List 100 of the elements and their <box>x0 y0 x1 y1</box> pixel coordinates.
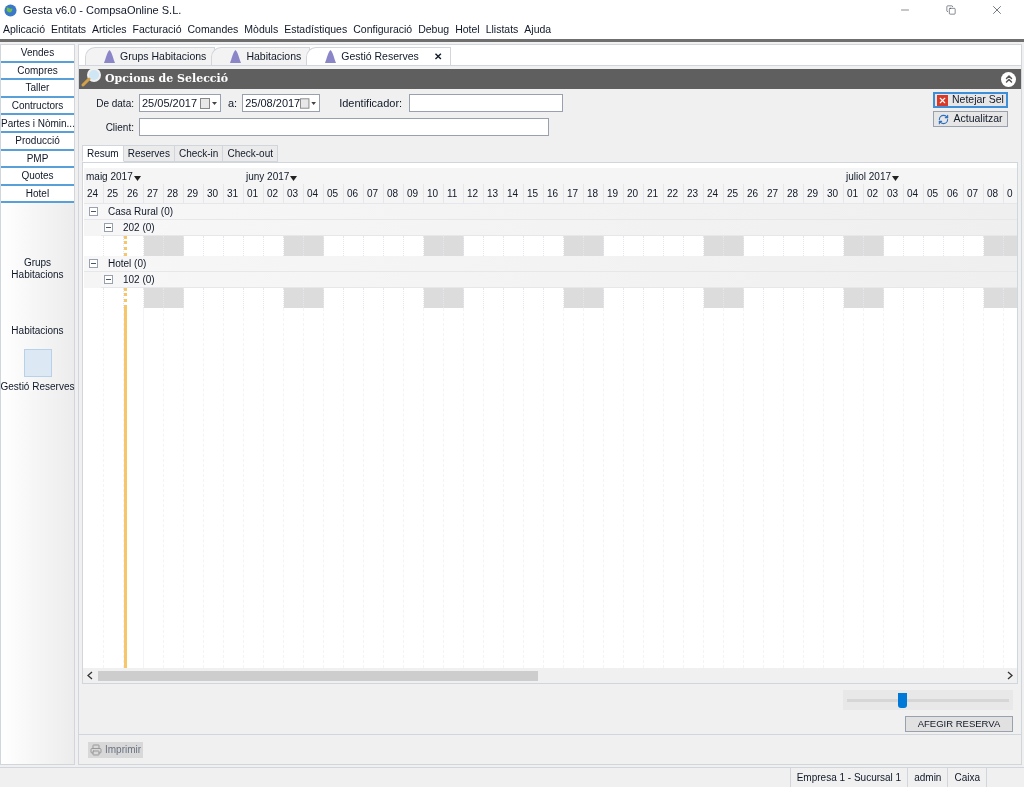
view-tab[interactable]: Reserves <box>123 145 175 162</box>
day-header: 27 <box>764 184 784 203</box>
printer-icon <box>90 743 102 756</box>
window-title: Gesta v6.0 - CompsaOnline S.L. <box>23 2 182 18</box>
day-header: 04 <box>304 184 324 203</box>
menu-item[interactable]: Comandes <box>187 21 239 38</box>
day-header: 08 <box>984 184 1004 203</box>
sidebar-section-button[interactable]: Vendes <box>1 45 74 63</box>
add-reservation-button[interactable]: AFEGIR RESERVA <box>905 716 1013 732</box>
menu-item[interactable]: Debug <box>418 21 450 38</box>
zoom-slider[interactable] <box>843 690 1013 710</box>
month-header[interactable]: juny 2017 <box>246 169 298 184</box>
day-header: 05 <box>324 184 344 203</box>
day-header: 02 <box>864 184 884 203</box>
day-header: 01 <box>844 184 864 203</box>
day-header: 0 <box>1004 184 1017 203</box>
globe-icon <box>4 3 17 17</box>
scrollbar-thumb[interactable] <box>98 670 538 681</box>
dropdown-icon[interactable] <box>133 176 141 181</box>
document-tab[interactable]: Gestió Reserves ✕ <box>306 47 451 65</box>
day-header: 06 <box>944 184 964 203</box>
from-date-field[interactable]: 25/05/2017 <box>139 94 221 112</box>
module-button[interactable]: Habitacions <box>0 293 75 338</box>
bell-icon <box>104 50 115 63</box>
day-header: 15 <box>524 184 544 203</box>
collapse-toggle[interactable] <box>104 275 113 284</box>
day-header: 26 <box>124 184 144 203</box>
sidebar-section-button[interactable]: Partes i Nòmin... <box>1 115 74 133</box>
calendar-dropdown-icon[interactable] <box>300 97 318 109</box>
horizontal-scrollbar[interactable] <box>83 668 1017 683</box>
refresh-icon <box>938 113 950 125</box>
identifier-field[interactable] <box>409 94 564 112</box>
bell-icon <box>230 50 242 63</box>
day-header: 23 <box>684 184 704 203</box>
clear-selection-button[interactable]: Netejar Sel <box>933 92 1008 108</box>
from-date-label: De data: <box>95 96 134 111</box>
document-tab[interactable]: Grups Habitacions <box>85 47 216 65</box>
module-button[interactable]: Grups Habitacions <box>0 225 75 282</box>
identifier-label: Identificador: <box>339 95 403 111</box>
refresh-button[interactable]: Actualitzar <box>933 111 1008 127</box>
clear-icon <box>937 94 948 106</box>
day-header: 07 <box>364 184 384 203</box>
menu-item[interactable]: Estadístiques <box>284 21 348 38</box>
slider-thumb[interactable] <box>898 692 908 708</box>
restore-icon <box>946 5 956 15</box>
day-header: 02 <box>264 184 284 203</box>
day-header: 31 <box>224 184 244 203</box>
day-header: 04 <box>904 184 924 203</box>
collapse-icon[interactable] <box>1001 71 1016 87</box>
day-header: 24 <box>704 184 724 203</box>
client-label: Client: <box>104 120 134 135</box>
sidebar-section-button[interactable]: Quotes <box>1 168 74 186</box>
day-header: 05 <box>924 184 944 203</box>
document-tab[interactable]: Habitacions <box>211 47 311 65</box>
menu-item[interactable]: Entitats <box>51 21 87 38</box>
month-header[interactable]: juliol 2017 <box>846 169 900 184</box>
menu-item[interactable]: Facturació <box>132 21 182 38</box>
view-tab[interactable]: Check-in <box>174 145 224 162</box>
dropdown-icon[interactable] <box>290 176 298 181</box>
module-button[interactable]: Gestió Reserves <box>0 349 75 394</box>
room-label: 102 (0) <box>123 273 155 287</box>
day-header: 21 <box>644 184 664 203</box>
day-header: 13 <box>484 184 504 203</box>
day-header: 25 <box>104 184 124 203</box>
day-header: 22 <box>664 184 684 203</box>
menu-item[interactable]: Configuració <box>353 21 413 38</box>
group-label: Hotel (0) <box>108 257 147 271</box>
sidebar-section-button[interactable]: Taller <box>1 80 74 98</box>
close-tab-icon[interactable]: ✕ <box>433 49 442 64</box>
collapse-toggle[interactable] <box>89 207 98 216</box>
view-tab[interactable]: Resum <box>82 145 124 162</box>
close-icon <box>990 3 1004 17</box>
collapse-toggle[interactable] <box>89 259 98 268</box>
room-label: 202 (0) <box>123 221 155 235</box>
month-header[interactable]: maig 2017 <box>86 169 141 184</box>
menu-item[interactable]: Hotel <box>455 21 480 38</box>
day-header: 12 <box>464 184 484 203</box>
menu-item[interactable]: Ajuda <box>524 21 552 38</box>
menu-item[interactable]: Aplicació <box>3 21 46 38</box>
menu-item[interactable]: Articles <box>92 21 127 38</box>
menu-item[interactable]: Mòduls <box>244 21 279 38</box>
collapse-toggle[interactable] <box>104 223 113 232</box>
day-header: 20 <box>624 184 644 203</box>
bell-icon <box>325 50 337 63</box>
to-date-field[interactable]: 25/08/2017 <box>242 94 321 112</box>
client-field[interactable] <box>139 118 549 136</box>
day-header: 27 <box>144 184 164 203</box>
day-header: 28 <box>164 184 184 203</box>
day-header: 14 <box>504 184 524 203</box>
status-field: Empresa 1 - Sucursal 1 <box>789 767 908 787</box>
dropdown-icon[interactable] <box>892 176 900 181</box>
calendar-dropdown-icon[interactable] <box>200 97 218 109</box>
day-header: 09 <box>404 184 424 203</box>
day-header: 16 <box>544 184 564 203</box>
day-header: 28 <box>784 184 804 203</box>
menu-item[interactable]: Llistats <box>485 21 519 38</box>
day-header: 03 <box>884 184 904 203</box>
status-field: admin <box>907 767 948 787</box>
day-header: 07 <box>964 184 984 203</box>
view-tab[interactable]: Check-out <box>223 145 278 162</box>
